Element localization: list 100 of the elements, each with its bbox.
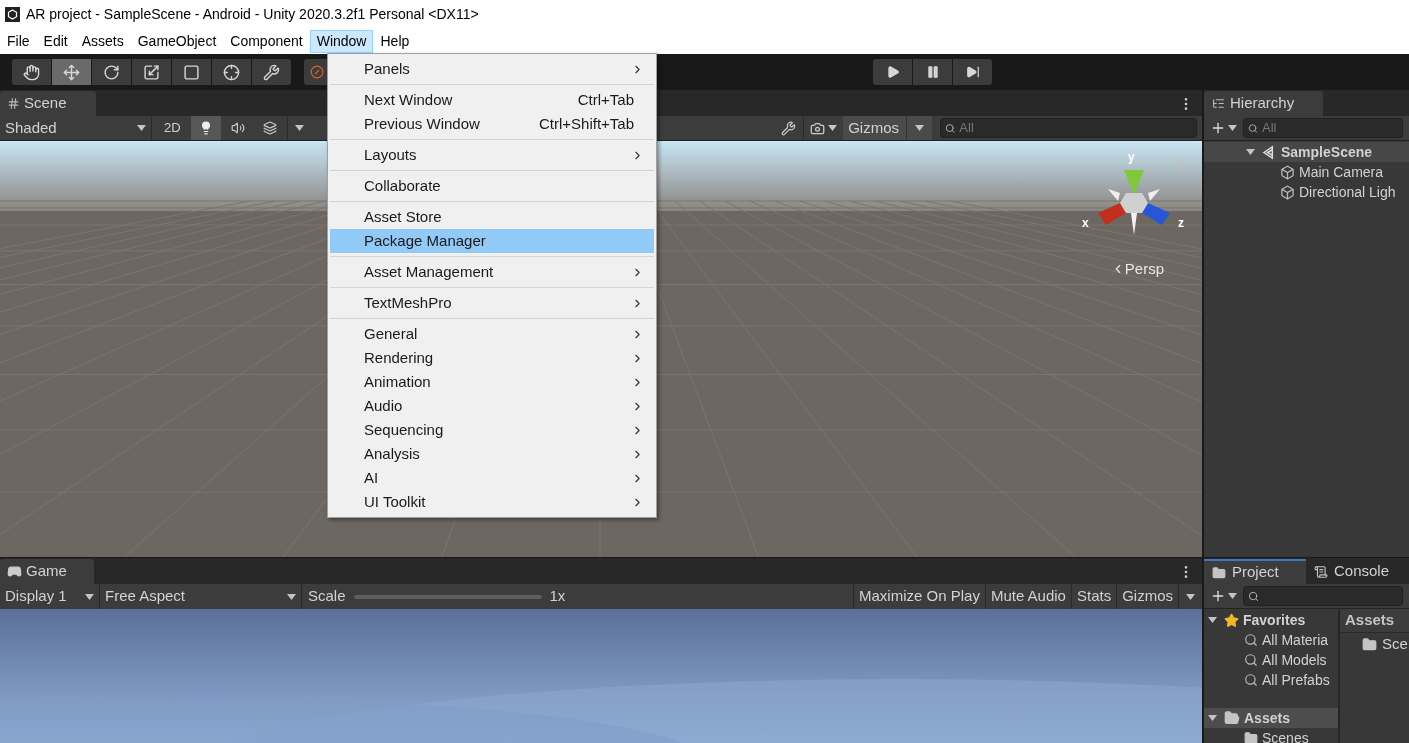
expand-arrow[interactable] bbox=[1208, 715, 1220, 721]
scale-label: Scale bbox=[308, 586, 346, 607]
menu-item[interactable]: GameObject bbox=[130, 30, 224, 53]
grid-icon bbox=[7, 97, 20, 110]
shading-dropdown[interactable]: Shaded bbox=[0, 116, 152, 140]
console-icon bbox=[1314, 564, 1328, 579]
expand-arrow-icon bbox=[1246, 149, 1255, 155]
menu-item[interactable]: Package Manager bbox=[330, 229, 654, 253]
panel-tab[interactable]: Project bbox=[1204, 559, 1306, 584]
playback-button[interactable] bbox=[953, 59, 992, 85]
hand-icon bbox=[23, 63, 40, 81]
play-icon bbox=[885, 65, 900, 79]
playback-button[interactable] bbox=[873, 59, 912, 85]
menu-item[interactable]: Assets bbox=[74, 30, 131, 53]
move-icon bbox=[63, 63, 80, 81]
slash-circle-icon bbox=[310, 65, 324, 79]
search-icon bbox=[1248, 590, 1259, 602]
expand-arrow[interactable] bbox=[1208, 617, 1220, 623]
menu-item[interactable]: Window bbox=[309, 30, 374, 53]
gizmos-dropdown[interactable]: Gizmos bbox=[843, 116, 932, 140]
transform-icon bbox=[223, 63, 240, 81]
camera-icon bbox=[810, 120, 826, 136]
search-icon bbox=[1244, 633, 1258, 647]
cube-icon bbox=[1280, 164, 1295, 180]
caret-icon bbox=[287, 593, 296, 600]
caret-icon bbox=[1228, 593, 1237, 599]
menu-item[interactable]: Layouts bbox=[330, 143, 654, 167]
list-icon bbox=[1212, 97, 1225, 110]
tool-button[interactable] bbox=[12, 59, 51, 85]
caret-icon bbox=[828, 125, 838, 131]
tree-item[interactable]: All Models bbox=[1204, 650, 1338, 670]
tree-item[interactable]: All Prefabs bbox=[1204, 670, 1338, 690]
tree-item[interactable]: Scenes bbox=[1204, 728, 1338, 743]
folder-icon bbox=[1244, 731, 1258, 743]
effects-icon bbox=[262, 121, 277, 135]
tools-icon bbox=[781, 120, 797, 136]
panel-tab[interactable]: Hierarchy bbox=[1204, 91, 1323, 116]
speaker-icon bbox=[230, 121, 245, 135]
tree-item[interactable]: Favorites bbox=[1204, 610, 1338, 630]
menu-item[interactable]: Next Window Ctrl+Tab bbox=[330, 88, 654, 112]
menu-item[interactable]: TextMeshPro bbox=[330, 291, 654, 315]
menu-item[interactable]: Previous Window Ctrl+Shift+Tab bbox=[330, 112, 654, 136]
tree-item[interactable]: Main Camera bbox=[1204, 162, 1409, 182]
tool-button[interactable] bbox=[132, 59, 171, 85]
tree-item[interactable]: SampleScene bbox=[1204, 142, 1409, 162]
gamepad-icon bbox=[7, 564, 22, 579]
star-icon bbox=[1224, 612, 1239, 628]
playback-button[interactable] bbox=[913, 59, 952, 85]
pause-icon bbox=[925, 65, 940, 79]
add-button[interactable] bbox=[1210, 588, 1237, 604]
search-icon bbox=[1248, 122, 1258, 134]
caret-icon bbox=[1228, 125, 1237, 131]
menu-item[interactable]: UI Toolkit bbox=[330, 490, 654, 514]
cube-icon bbox=[1280, 184, 1295, 200]
menu-item[interactable]: Edit bbox=[36, 30, 75, 53]
menu-item[interactable]: Help bbox=[373, 30, 417, 53]
expand-arrow-icon bbox=[1208, 617, 1217, 623]
add-button[interactable] bbox=[1210, 120, 1237, 136]
search-field[interactable] bbox=[1243, 586, 1403, 606]
rect-icon bbox=[183, 63, 200, 81]
menu-item[interactable]: Animation bbox=[330, 370, 654, 394]
menu-item[interactable]: Panels bbox=[330, 57, 654, 81]
expand-arrow[interactable] bbox=[1246, 149, 1256, 155]
menu-item[interactable]: Sequencing bbox=[330, 418, 654, 442]
tree-item[interactable]: Directional Ligh bbox=[1204, 182, 1409, 202]
step-icon bbox=[965, 65, 980, 79]
menu-item[interactable]: Asset Store bbox=[330, 205, 654, 229]
menu-item[interactable]: File bbox=[0, 30, 37, 53]
toggle-button[interactable] bbox=[190, 116, 221, 140]
tool-button[interactable] bbox=[212, 59, 251, 85]
projection-label[interactable]: Persp bbox=[1110, 258, 1164, 281]
menu-item[interactable]: Rendering bbox=[330, 346, 654, 370]
menu-item[interactable]: Collaborate bbox=[330, 174, 654, 198]
tree-item[interactable]: Assets bbox=[1204, 708, 1338, 728]
menu-item[interactable]: Audio bbox=[330, 394, 654, 418]
panel-tab[interactable]: Scene bbox=[0, 91, 96, 116]
menu-item[interactable]: AI bbox=[330, 466, 654, 490]
caret-icon bbox=[85, 593, 94, 600]
axis-label: y bbox=[1128, 151, 1135, 163]
scale-icon bbox=[143, 63, 160, 81]
tool-button[interactable] bbox=[92, 59, 131, 85]
plus-icon bbox=[1210, 588, 1226, 604]
caret-icon bbox=[137, 125, 146, 131]
tools-icon bbox=[263, 63, 280, 81]
panel-tab[interactable]: Game bbox=[0, 559, 94, 584]
rotate-icon bbox=[103, 63, 120, 81]
tool-button[interactable] bbox=[252, 59, 291, 85]
menu-item[interactable]: Analysis bbox=[330, 442, 654, 466]
menu-item[interactable]: Asset Management bbox=[330, 260, 654, 284]
tool-button[interactable] bbox=[304, 59, 330, 85]
menu-item[interactable]: General bbox=[330, 322, 654, 346]
breadcrumb[interactable]: Assets bbox=[1340, 609, 1409, 633]
tool-button[interactable] bbox=[172, 59, 211, 85]
tree-item[interactable]: All Materia bbox=[1204, 630, 1338, 650]
search-icon bbox=[945, 122, 956, 134]
asset-item[interactable]: Sce bbox=[1340, 633, 1409, 655]
folder-icon bbox=[1212, 565, 1226, 580]
folder-icon bbox=[1362, 636, 1377, 652]
folder-icon bbox=[1224, 710, 1240, 726]
menu-item[interactable]: Component bbox=[223, 30, 310, 53]
